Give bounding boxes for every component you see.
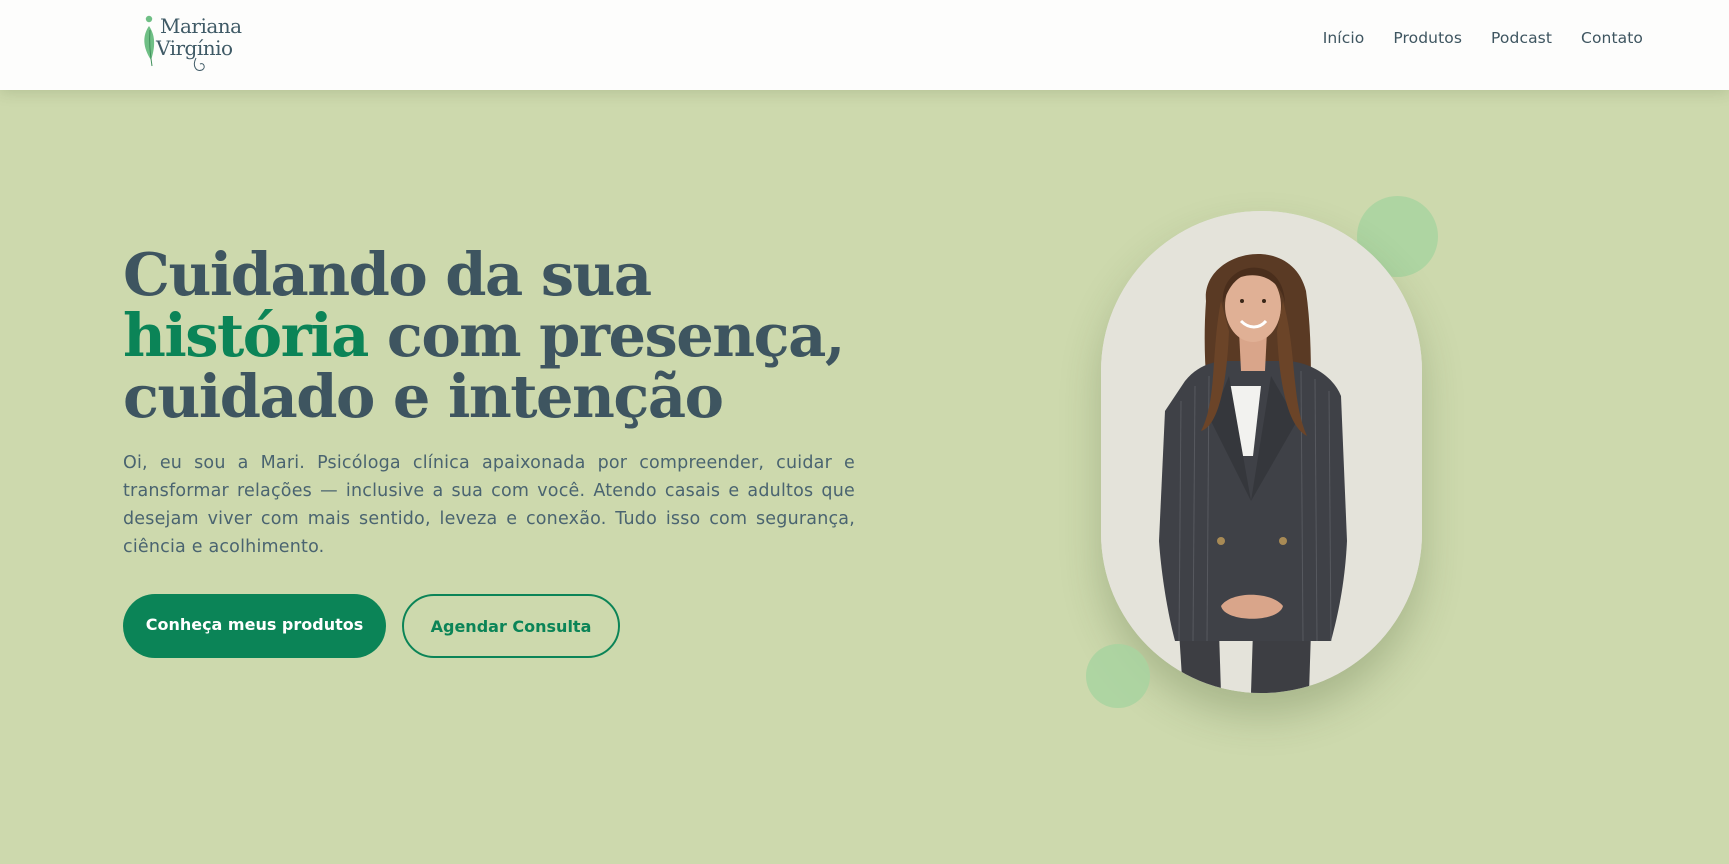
person-illustration xyxy=(1101,211,1422,693)
hero-description: Oi, eu sou a Mari. Psicóloga clínica apa… xyxy=(123,453,855,557)
nav-item-produtos[interactable]: Produtos xyxy=(1393,29,1462,47)
logo-text-line2: Virgínio xyxy=(156,36,233,60)
nav-item-inicio[interactable]: Início xyxy=(1323,29,1365,47)
nav-item-podcast[interactable]: Podcast xyxy=(1491,29,1552,47)
site-header: Mariana Virgínio Início Produtos Podcast… xyxy=(0,0,1729,90)
schedule-consultation-button[interactable]: Agendar Consulta xyxy=(402,594,620,658)
logo-swash xyxy=(193,57,205,71)
main-nav: Início Produtos Podcast Contato xyxy=(1323,29,1643,47)
profile-photo xyxy=(1101,211,1422,693)
hero-title: Cuidando da sua história com presença, c… xyxy=(123,244,883,427)
logo-text-line1: Mariana xyxy=(160,14,242,38)
nav-item-contato[interactable]: Contato xyxy=(1581,29,1643,47)
decorative-circle-bottom xyxy=(1086,644,1150,708)
products-button[interactable]: Conheça meus produtos xyxy=(123,594,386,658)
hero-title-part1: Cuidando da sua xyxy=(123,240,652,309)
hero-title-accent: história xyxy=(123,301,369,370)
logo[interactable]: Mariana Virgínio xyxy=(140,12,250,74)
